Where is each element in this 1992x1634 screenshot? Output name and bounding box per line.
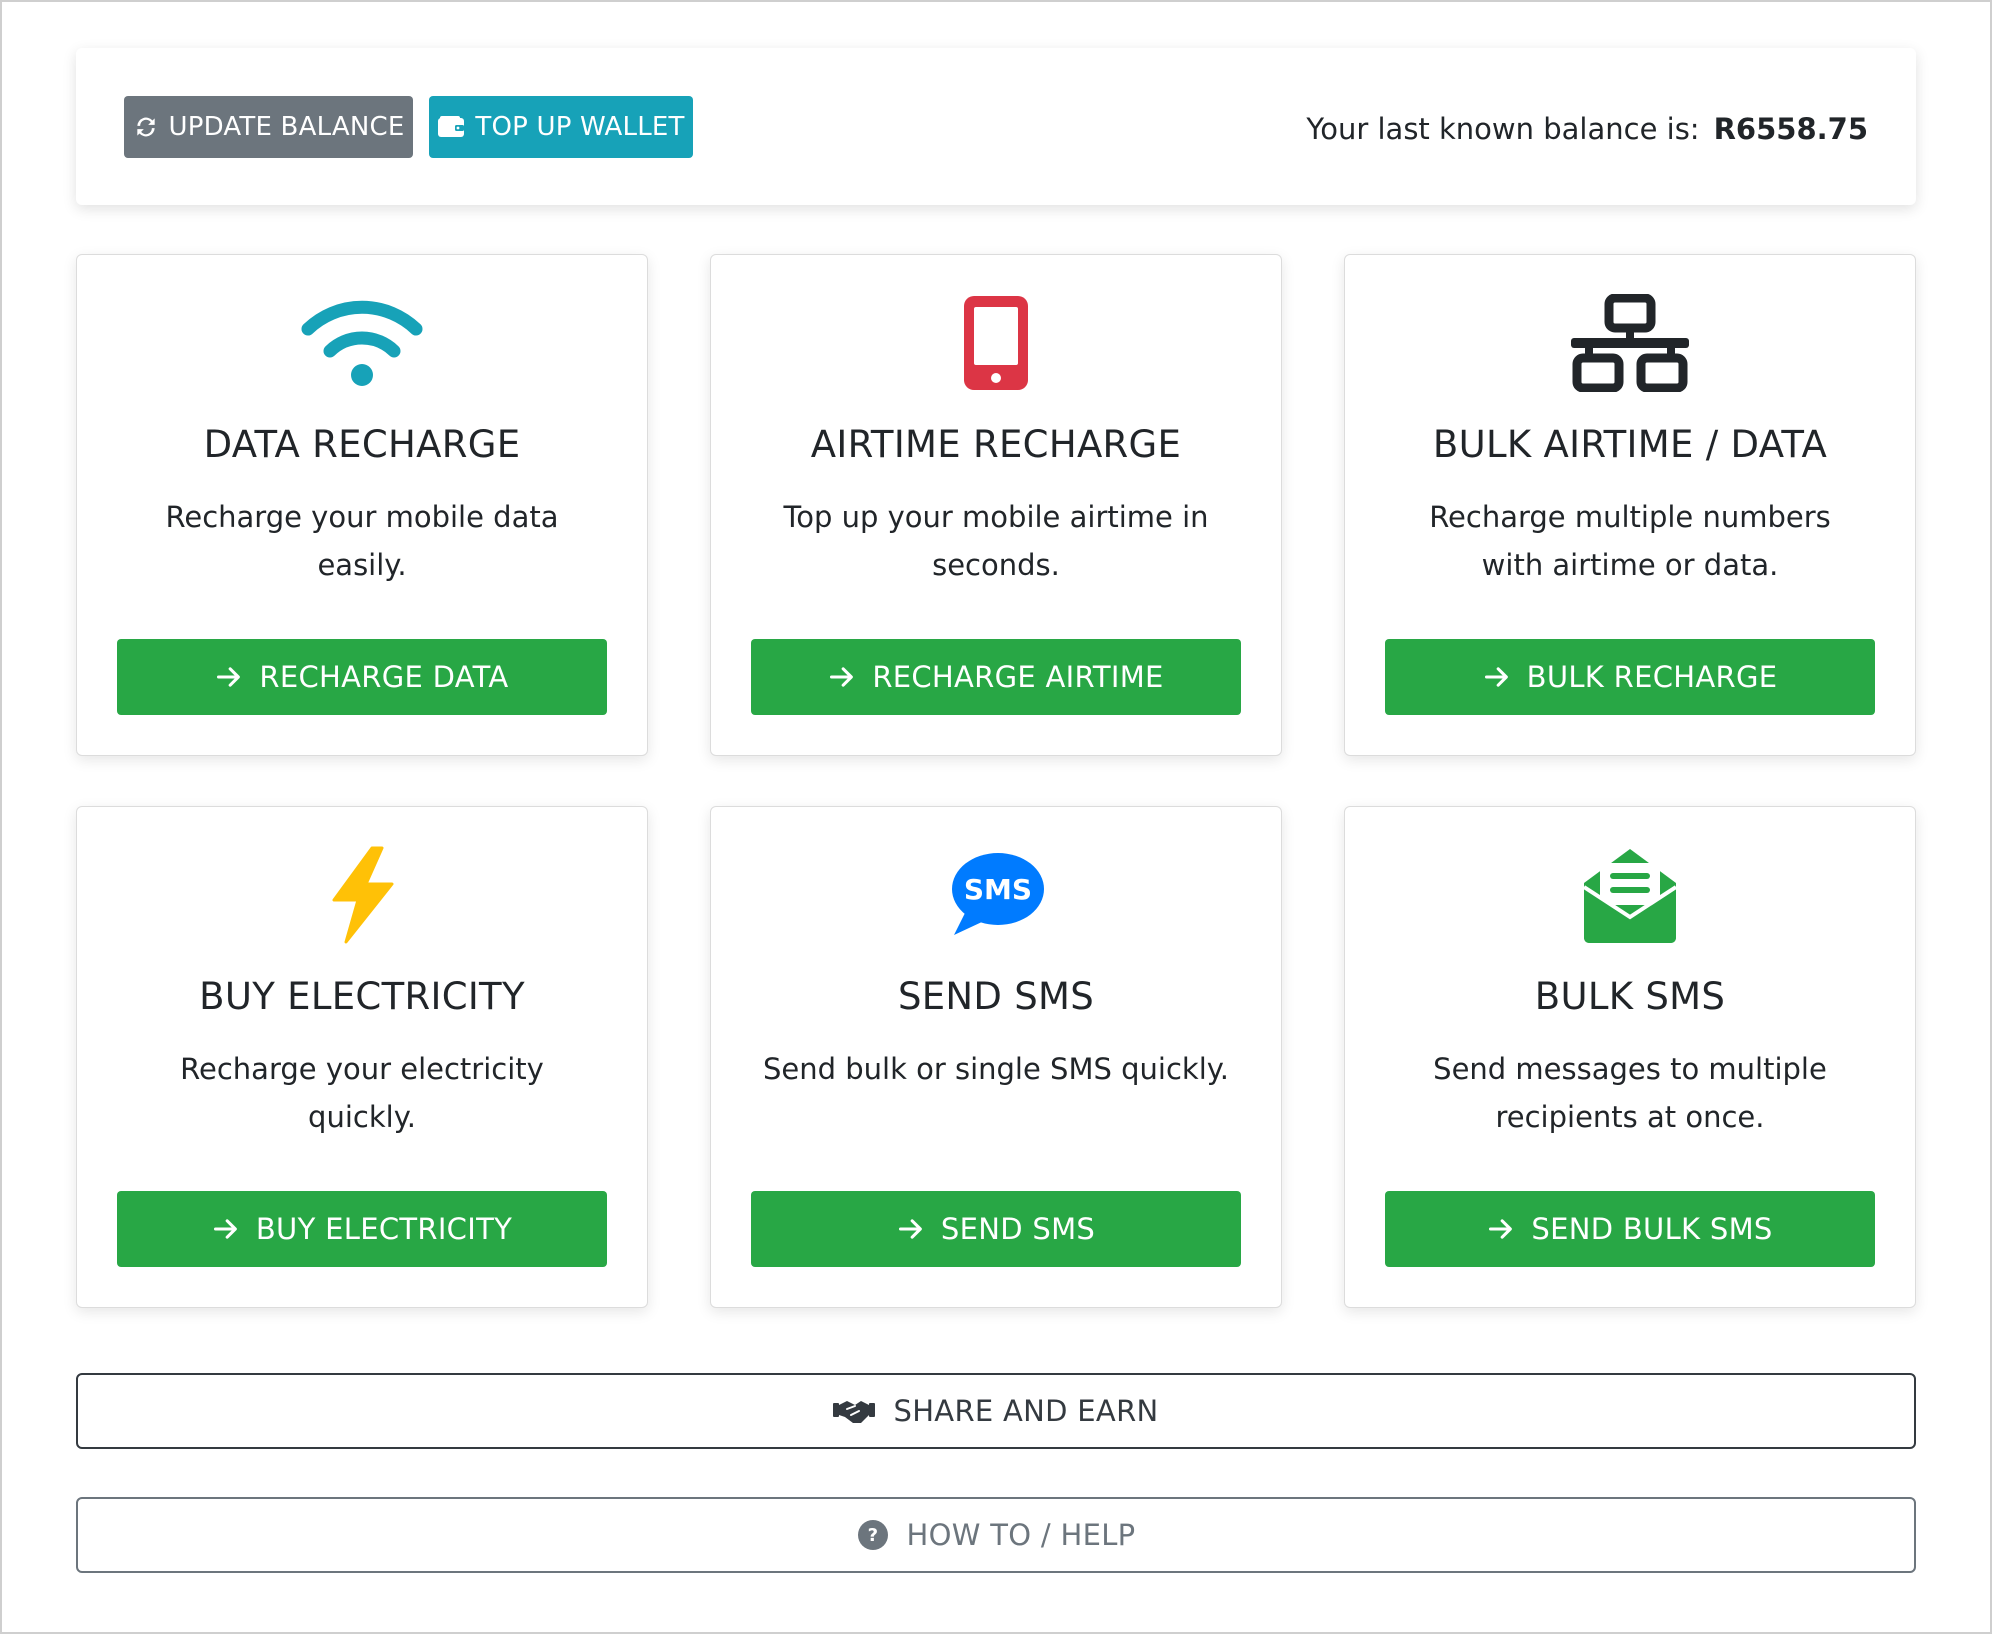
button-label: SEND BULK SMS <box>1531 1212 1773 1246</box>
refresh-icon <box>136 117 155 137</box>
send-bulk-sms-button[interactable]: SEND BULK SMS <box>1385 1191 1875 1267</box>
arrow-right-icon <box>898 1219 922 1239</box>
card-description: Send messages to multiple recipients at … <box>1433 1052 1827 1134</box>
arrow-right-icon <box>217 667 241 687</box>
app-frame: UPDATE BALANCE TOP UP WALLET Your last k… <box>0 0 1992 1634</box>
card-buy-electricity: BUY ELECTRICITY Recharge your electricit… <box>76 806 648 1308</box>
card-title: AIRTIME RECHARGE <box>810 423 1182 466</box>
balance-bar: UPDATE BALANCE TOP UP WALLET Your last k… <box>76 48 1916 205</box>
svg-text:SMS: SMS <box>964 873 1032 906</box>
share-and-earn-label: SHARE AND EARN <box>893 1394 1159 1428</box>
sms-icon: SMS <box>952 853 1044 935</box>
card-send-sms: SMS SEND SMS Send bulk or single SMS qui… <box>710 806 1282 1308</box>
balance-display: Your last known balance is: R6558.75 <box>1306 104 1868 154</box>
handshake-icon <box>833 1401 876 1423</box>
arrow-right-icon <box>1489 1219 1513 1239</box>
card-description: Recharge multiple numbers with airtime o… <box>1429 500 1831 582</box>
question-circle-icon: ? <box>857 1520 888 1550</box>
button-label: RECHARGE DATA <box>259 660 509 694</box>
card-data-recharge: DATA RECHARGE Recharge your mobile data … <box>76 254 648 756</box>
how-to-help-label: HOW TO / HELP <box>906 1518 1136 1552</box>
card-bulk-sms: BULK SMS Send messages to multiple recip… <box>1344 806 1916 1308</box>
network-icon <box>1571 294 1689 392</box>
recharge-airtime-button[interactable]: RECHARGE AIRTIME <box>751 639 1241 715</box>
card-description: Top up your mobile airtime in seconds. <box>783 500 1209 582</box>
how-to-help-button[interactable]: ? HOW TO / HELP <box>76 1497 1916 1573</box>
arrow-right-icon <box>830 667 854 687</box>
button-label: SEND SMS <box>940 1212 1096 1246</box>
card-title: BULK AIRTIME / DATA <box>1432 423 1828 466</box>
card-description: Recharge your electricity quickly. <box>180 1052 544 1134</box>
mobile-phone-icon <box>964 296 1028 390</box>
share-and-earn-button[interactable]: SHARE AND EARN <box>76 1373 1916 1449</box>
update-balance-button[interactable]: UPDATE BALANCE <box>124 96 413 158</box>
recharge-data-button[interactable]: RECHARGE DATA <box>117 639 607 715</box>
wallet-icon <box>438 116 465 137</box>
card-description: Send bulk or single SMS quickly. <box>762 1052 1229 1086</box>
bulk-recharge-button[interactable]: BULK RECHARGE <box>1385 639 1875 715</box>
card-description: Recharge your mobile data easily. <box>165 500 559 582</box>
balance-amount: R6558.75 <box>1713 112 1868 146</box>
lightning-bolt-icon <box>332 846 394 944</box>
button-label: BULK RECHARGE <box>1526 660 1778 694</box>
top-up-wallet-label: TOP UP WALLET <box>475 112 685 142</box>
card-bulk-airtime-data: BULK AIRTIME / DATA Recharge multiple nu… <box>1344 254 1916 756</box>
card-airtime-recharge: AIRTIME RECHARGE Top up your mobile airt… <box>710 254 1282 756</box>
update-balance-label: UPDATE BALANCE <box>168 112 405 142</box>
button-label: RECHARGE AIRTIME <box>872 660 1164 694</box>
wifi-icon <box>301 300 423 386</box>
balance-text: Your last known balance is: <box>1306 112 1700 146</box>
envelope-open-icon <box>1582 849 1678 943</box>
card-title: DATA RECHARGE <box>203 423 521 466</box>
send-sms-button[interactable]: SEND SMS <box>751 1191 1241 1267</box>
button-label: BUY ELECTRICITY <box>255 1212 513 1246</box>
card-title: BUY ELECTRICITY <box>199 975 525 1018</box>
arrow-right-icon <box>213 1219 237 1239</box>
top-up-wallet-button[interactable]: TOP UP WALLET <box>429 96 693 158</box>
buy-electricity-button[interactable]: BUY ELECTRICITY <box>117 1191 607 1267</box>
arrow-right-icon <box>1484 667 1508 687</box>
svg-text:?: ? <box>867 1525 878 1546</box>
card-title: BULK SMS <box>1534 975 1726 1018</box>
card-title: SEND SMS <box>897 975 1095 1018</box>
